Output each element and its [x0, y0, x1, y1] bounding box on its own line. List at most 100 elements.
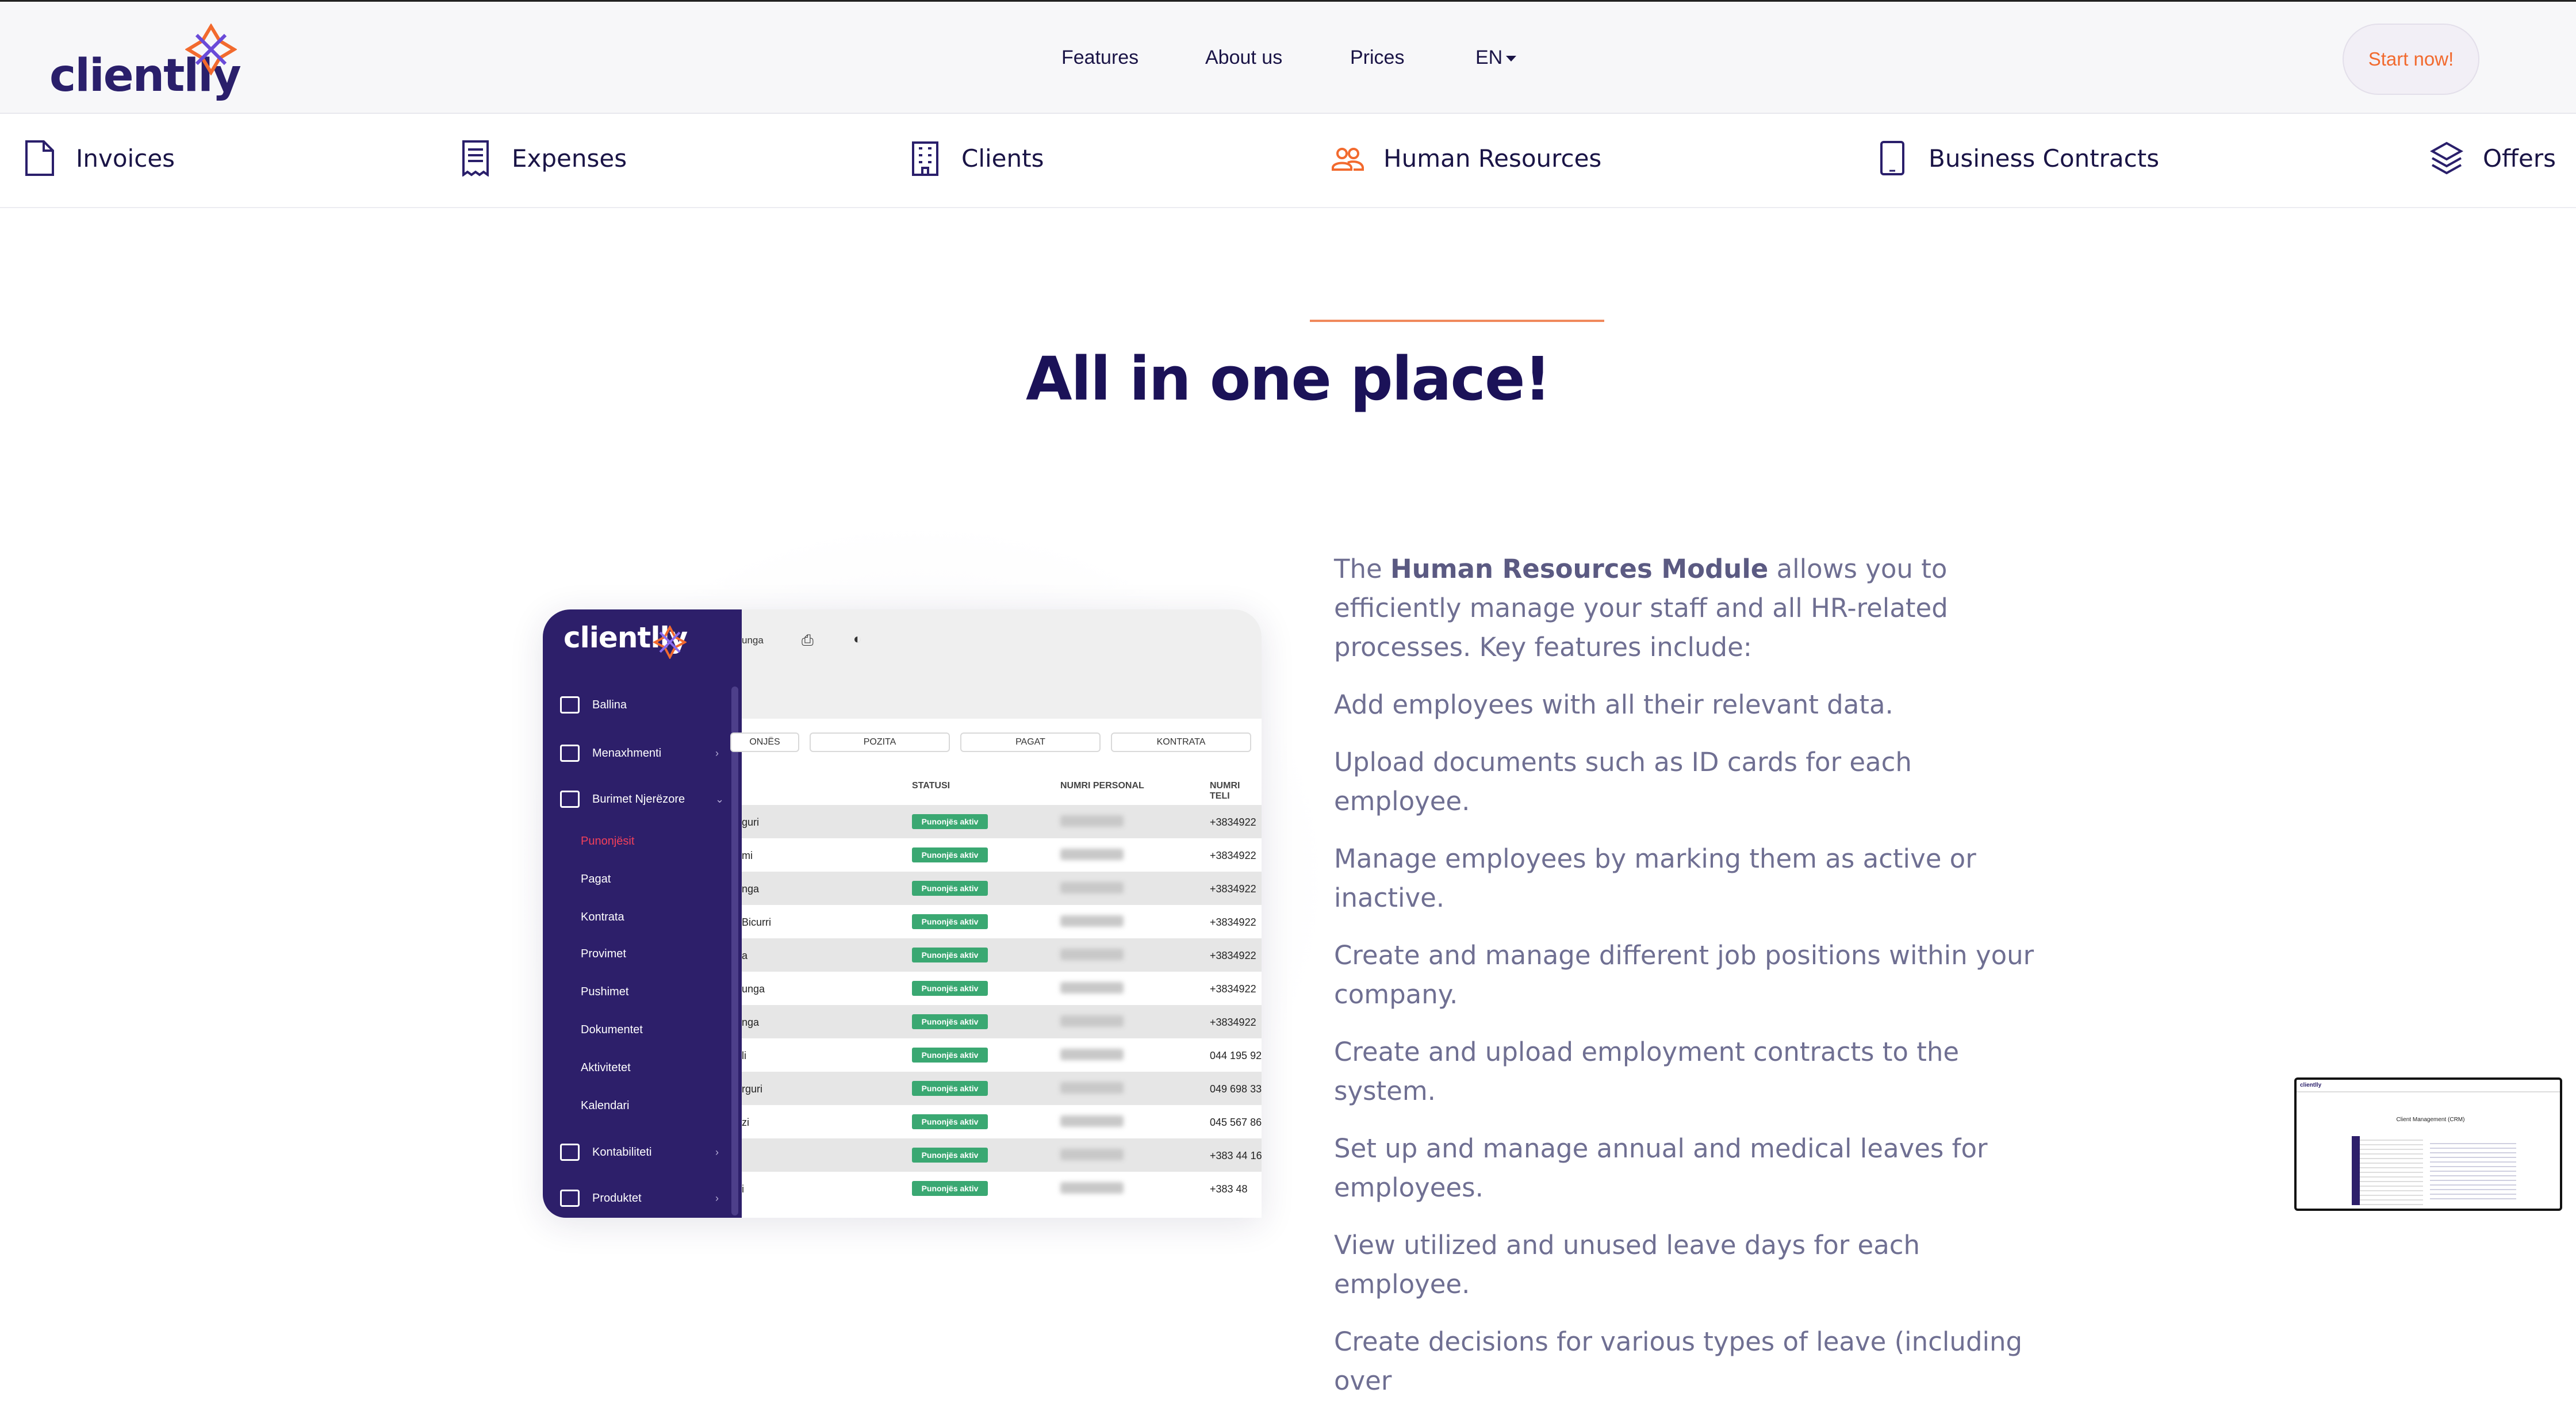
tab-positions[interactable]: POZITA [810, 732, 950, 752]
dashboard-icon [560, 696, 580, 714]
chevron-down-icon: ⌄ [715, 793, 724, 805]
layers-icon [2430, 141, 2463, 175]
tab-employees[interactable]: ONJËS [730, 732, 799, 752]
feature-item: Manage employees by marking them as acti… [1334, 843, 1976, 913]
status-badge: Punonjës aktiv [912, 948, 988, 962]
table-row[interactable]: mi Punonjës aktiv +3834922 [742, 838, 1262, 872]
sidebar-item-accounting[interactable]: Kontabiliteti › [560, 1142, 719, 1163]
tab-clients[interactable]: Clients [908, 138, 1044, 178]
phone-number: 049 698 33 [1210, 1083, 1262, 1095]
sidebar-item-label: Produktet [592, 1191, 642, 1205]
sidebar-item-label: Menaxhmenti [592, 746, 662, 760]
feature-item: Create and manage different job position… [1334, 940, 2034, 1010]
tab-contracts[interactable]: KONTRATA [1111, 732, 1251, 752]
tab-offers[interactable]: Offers [2430, 138, 2556, 178]
sidebar-item-home[interactable]: Ballina [560, 695, 627, 715]
personal-number-redacted [1060, 915, 1124, 927]
table-row[interactable]: i Punonjës aktiv +383 48 [742, 1172, 1262, 1205]
tab-human-resources[interactable]: Human Resources [1331, 138, 1601, 178]
print-icon[interactable]: ⎙ [802, 631, 814, 650]
nav-about-link[interactable]: About us [1205, 47, 1282, 69]
table-row[interactable]: nga Punonjës aktiv +3834922 [742, 1005, 1262, 1038]
thumbnail-sidebar [2352, 1136, 2360, 1205]
employee-name: li [742, 1050, 746, 1061]
sidebar-item-label: Kontabiliteti [592, 1145, 652, 1159]
language-dropdown[interactable]: EN [1475, 47, 1517, 69]
table-row[interactable]: Punonjës aktiv +383 44 16 [742, 1138, 1262, 1172]
personal-number-redacted [1060, 1015, 1124, 1027]
nav-features-link[interactable]: Features [1061, 47, 1138, 69]
sidebar-sub-leaves[interactable]: Pushimet [581, 985, 628, 999]
receipt-icon [462, 140, 489, 177]
sidebar-sub-activities[interactable]: Aktivitetet [581, 1061, 631, 1075]
sidebar-sub-employees[interactable]: Punonjësit [581, 835, 634, 848]
tab-label: Invoices [76, 144, 175, 172]
product-screenshot: clientlly Ballina Menaxhmenti › Burimet N… [543, 609, 1262, 1218]
column-header-status[interactable]: STATUSI [912, 781, 950, 791]
tab-salaries[interactable]: PAGAT [960, 732, 1101, 752]
column-header-personal-number[interactable]: NUMRI PERSONAL [1060, 781, 1144, 791]
start-now-button[interactable]: Start now! [2343, 24, 2479, 95]
sidebar-sub-calendar[interactable]: Kalendari [581, 1099, 630, 1113]
page-title: All in one place! [1025, 344, 1551, 414]
app-logo-icon [653, 626, 687, 659]
tab-invoices[interactable]: Invoices [23, 138, 175, 178]
status-badge: Punonjës aktiv [912, 1181, 988, 1196]
tab-expenses[interactable]: Expenses [459, 138, 627, 178]
phone-number: 044 195 92 [1210, 1050, 1262, 1061]
building-icon [560, 745, 580, 762]
page-thumbnail-preview[interactable]: clientlly Client Management (CRM) [2294, 1077, 2562, 1211]
status-badge: Punonjës aktiv [912, 814, 988, 829]
employee-name: zi [742, 1117, 749, 1128]
thumbnail-text [2430, 1140, 2516, 1203]
sidebar-sub-salaries[interactable]: Pagat [581, 873, 611, 886]
employee-name: nga [742, 1017, 760, 1028]
intro-paragraph: The Human Resources Module allows you to… [1334, 550, 2041, 667]
table-row[interactable]: li Punonjës aktiv 044 195 92 [742, 1038, 1262, 1072]
intro-bold: Human Resources Module [1390, 554, 1769, 584]
nav-prices-link[interactable]: Prices [1350, 47, 1404, 69]
status-badge: Punonjës aktiv [912, 1081, 988, 1096]
tab-label: Clients [961, 144, 1044, 172]
table-row[interactable]: unga Punonjës aktiv +3834922 [742, 972, 1262, 1005]
table-row[interactable]: zi Punonjës aktiv 045 567 86 [742, 1105, 1262, 1138]
sidebar-item-products[interactable]: Produktet › [560, 1188, 719, 1209]
active-tab-indicator [1310, 320, 1604, 322]
tablet-icon [1880, 141, 1904, 175]
sidebar-item-label: Ballina [592, 698, 627, 711]
thumbnail-logo: clientlly [2300, 1082, 2322, 1088]
table-row[interactable]: guri Punonjës aktiv +3834922 [742, 805, 1262, 838]
app-main: unga ⎙ ◐ ONJËS POZITA PAGAT KONTRATA STA… [730, 609, 1262, 1218]
personal-number-redacted [1060, 1115, 1124, 1127]
table-row[interactable]: a Punonjës aktiv +3834922 [742, 938, 1262, 972]
sidebar-item-label: Burimet Njerëzore [592, 792, 685, 806]
phone-number: +383 48 [1210, 1183, 1248, 1195]
sidebar-sub-contracts[interactable]: Kontrata [581, 911, 624, 924]
theme-toggle-icon[interactable]: ◐ [853, 631, 862, 647]
module-tabs: Invoices Expenses Clients Human Resource… [0, 115, 2576, 322]
employee-name: unga [742, 983, 765, 995]
app-toolbar: unga ⎙ ◐ [742, 609, 1262, 719]
status-badge: Punonjës aktiv [912, 1148, 988, 1163]
document-icon [25, 140, 54, 176]
personal-number-redacted [1060, 1082, 1124, 1094]
sidebar-item-hr[interactable]: Burimet Njerëzore ⌄ [560, 789, 724, 810]
phone-number: +3834922 [1210, 883, 1256, 895]
tab-business-contracts[interactable]: Business Contracts [1876, 138, 2159, 178]
sidebar-scrollbar[interactable] [731, 687, 738, 1215]
employee-name: mi [742, 850, 753, 861]
column-header-phone[interactable]: NUMRI TELI [1210, 781, 1262, 801]
table-row[interactable]: rguri Punonjës aktiv 049 698 33 [742, 1072, 1262, 1105]
sidebar-sub-probation[interactable]: Provimet [581, 948, 626, 961]
table-row[interactable]: Bicurri Punonjës aktiv +3834922 [742, 905, 1262, 938]
employee-name: i [742, 1183, 744, 1195]
sidebar-item-management[interactable]: Menaxhmenti › [560, 743, 719, 764]
personal-number-redacted [1060, 882, 1124, 893]
main-nav: Features About us Prices EN [0, 47, 2576, 72]
status-badge: Punonjës aktiv [912, 1114, 988, 1129]
app-sidebar: clientlly Ballina Menaxhmenti › Burimet N… [543, 609, 742, 1218]
table-row[interactable]: nga Punonjës aktiv +3834922 [742, 872, 1262, 905]
sidebar-sub-documents[interactable]: Dokumentet [581, 1023, 643, 1037]
status-badge: Punonjës aktiv [912, 981, 988, 996]
personal-number-redacted [1060, 1149, 1124, 1160]
